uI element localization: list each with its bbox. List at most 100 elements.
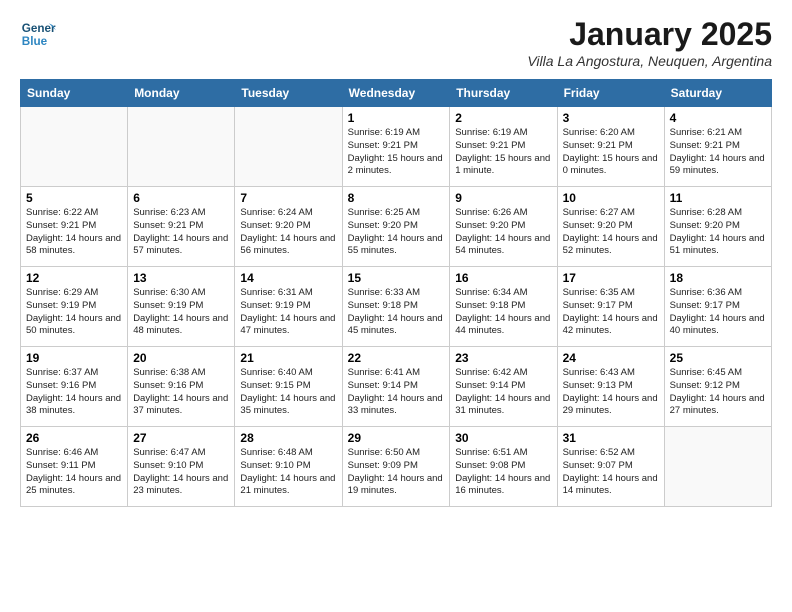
day-number: 4 <box>670 111 766 125</box>
day-number: 25 <box>670 351 766 365</box>
day-number: 8 <box>348 191 445 205</box>
header-wednesday: Wednesday <box>342 80 450 107</box>
calendar-cell: 23 Sunrise: 6:42 AM Sunset: 9:14 PM Dayli… <box>450 347 557 427</box>
week-row-3: 19 Sunrise: 6:37 AM Sunset: 9:16 PM Dayli… <box>21 347 772 427</box>
calendar-header: SundayMondayTuesdayWednesdayThursdayFrid… <box>21 80 772 107</box>
calendar-cell: 25Sunrise: 6:45 AM Sunset: 9:12 PM Dayli… <box>664 347 771 427</box>
day-number: 11 <box>670 191 766 205</box>
day-number: 10 <box>563 191 659 205</box>
calendar-cell: 30 Sunrise: 6:51 AM Sunset: 9:08 PM Dayli… <box>450 427 557 507</box>
calendar-cell: 9Sunrise: 6:26 AM Sunset: 9:20 PM Daylig… <box>450 187 557 267</box>
day-number: 9 <box>455 191 551 205</box>
day-info: Sunrise: 6:43 AM Sunset: 9:13 PM Dayligh… <box>563 367 659 418</box>
day-info: Sunrise: 6:51 AM Sunset: 9:08 PM Dayligh… <box>455 447 551 498</box>
svg-text:Blue: Blue <box>22 35 48 48</box>
day-number: 23 <box>455 351 551 365</box>
day-info: Sunrise: 6:20 AM Sunset: 9:21 PM Dayligh… <box>563 127 659 178</box>
day-info: Sunrise: 6:24 AM Sunset: 9:20 PM Dayligh… <box>240 207 336 258</box>
calendar-table: SundayMondayTuesdayWednesdayThursdayFrid… <box>20 79 772 507</box>
day-number: 21 <box>240 351 336 365</box>
subtitle: Villa La Angostura, Neuquen, Argentina <box>527 53 772 69</box>
day-info: Sunrise: 6:42 AM Sunset: 9:14 PM Dayligh… <box>455 367 551 418</box>
header-thursday: Thursday <box>450 80 557 107</box>
calendar-cell: 26Sunrise: 6:46 AM Sunset: 9:11 PM Dayli… <box>21 427 128 507</box>
calendar-cell: 14Sunrise: 6:31 AM Sunset: 9:19 PM Dayli… <box>235 267 342 347</box>
day-info: Sunrise: 6:47 AM Sunset: 9:10 PM Dayligh… <box>133 447 229 498</box>
header-monday: Monday <box>128 80 235 107</box>
day-number: 1 <box>348 111 445 125</box>
day-number: 15 <box>348 271 445 285</box>
calendar-cell: 8 Sunrise: 6:25 AM Sunset: 9:20 PM Daylig… <box>342 187 450 267</box>
day-info: Sunrise: 6:21 AM Sunset: 9:21 PM Dayligh… <box>670 127 766 178</box>
calendar-cell: 15 Sunrise: 6:33 AM Sunset: 9:18 PM Dayli… <box>342 267 450 347</box>
day-info: Sunrise: 6:31 AM Sunset: 9:19 PM Dayligh… <box>240 287 336 338</box>
logo-icon: General Blue <box>20 16 56 52</box>
calendar-cell: 3 Sunrise: 6:20 AM Sunset: 9:21 PM Daylig… <box>557 107 664 187</box>
day-info: Sunrise: 6:33 AM Sunset: 9:18 PM Dayligh… <box>348 287 445 338</box>
day-info: Sunrise: 6:36 AM Sunset: 9:17 PM Dayligh… <box>670 287 766 338</box>
day-info: Sunrise: 6:19 AM Sunset: 9:21 PM Dayligh… <box>455 127 551 178</box>
day-number: 18 <box>670 271 766 285</box>
calendar-cell: 1Sunrise: 6:19 AM Sunset: 9:21 PM Daylig… <box>342 107 450 187</box>
calendar-cell: 4 Sunrise: 6:21 AM Sunset: 9:21 PM Daylig… <box>664 107 771 187</box>
calendar-cell: 18 Sunrise: 6:36 AM Sunset: 9:17 PM Dayli… <box>664 267 771 347</box>
day-info: Sunrise: 6:25 AM Sunset: 9:20 PM Dayligh… <box>348 207 445 258</box>
calendar-cell: 22 Sunrise: 6:41 AM Sunset: 9:14 PM Dayli… <box>342 347 450 427</box>
day-info: Sunrise: 6:41 AM Sunset: 9:14 PM Dayligh… <box>348 367 445 418</box>
calendar-cell: 5 Sunrise: 6:22 AM Sunset: 9:21 PM Daylig… <box>21 187 128 267</box>
calendar-cell: 11 Sunrise: 6:28 AM Sunset: 9:20 PM Dayli… <box>664 187 771 267</box>
day-number: 31 <box>563 431 659 445</box>
week-row-0: 1 Sunrise: 6:19 AM Sunset: 9:21 PM Daylig… <box>21 107 772 187</box>
day-info: Sunrise: 6:30 AM Sunset: 9:19 PM Dayligh… <box>133 287 229 338</box>
calendar-cell: 7 Sunrise: 6:24 AM Sunset: 9:20 PM Daylig… <box>235 187 342 267</box>
calendar-cell: 27Sunrise: 6:47 AM Sunset: 9:10 PM Dayli… <box>128 427 235 507</box>
calendar-cell: 29Sunrise: 6:50 AM Sunset: 9:09 PM Dayli… <box>342 427 450 507</box>
logo: General Blue <box>20 16 56 52</box>
calendar-cell <box>664 427 771 507</box>
day-info: Sunrise: 6:48 AM Sunset: 9:10 PM Dayligh… <box>240 447 336 498</box>
header-saturday: Saturday <box>664 80 771 107</box>
title-block: January 2025 Villa La Angostura, Neuquen… <box>527 16 772 69</box>
day-info: Sunrise: 6:35 AM Sunset: 9:17 PM Dayligh… <box>563 287 659 338</box>
day-info: Sunrise: 6:27 AM Sunset: 9:20 PM Dayligh… <box>563 207 659 258</box>
calendar-cell: 2 Sunrise: 6:19 AM Sunset: 9:21 PM Daylig… <box>450 107 557 187</box>
day-number: 16 <box>455 271 551 285</box>
calendar-cell: 17Sunrise: 6:35 AM Sunset: 9:17 PM Dayli… <box>557 267 664 347</box>
day-number: 5 <box>26 191 122 205</box>
header-tuesday: Tuesday <box>235 80 342 107</box>
day-number: 13 <box>133 271 229 285</box>
week-row-2: 12 Sunrise: 6:29 AM Sunset: 9:19 PM Dayli… <box>21 267 772 347</box>
day-number: 24 <box>563 351 659 365</box>
calendar-cell: 19 Sunrise: 6:37 AM Sunset: 9:16 PM Dayli… <box>21 347 128 427</box>
day-number: 22 <box>348 351 445 365</box>
header-friday: Friday <box>557 80 664 107</box>
day-number: 7 <box>240 191 336 205</box>
day-number: 12 <box>26 271 122 285</box>
calendar-body: 1 Sunrise: 6:19 AM Sunset: 9:21 PM Daylig… <box>21 107 772 507</box>
calendar-cell: 28 Sunrise: 6:48 AM Sunset: 9:10 PM Dayli… <box>235 427 342 507</box>
day-number: 28 <box>240 431 336 445</box>
day-number: 19 <box>26 351 122 365</box>
day-number: 29 <box>348 431 445 445</box>
day-number: 30 <box>455 431 551 445</box>
day-info: Sunrise: 6:29 AM Sunset: 9:19 PM Dayligh… <box>26 287 122 338</box>
page-header: General Blue January 2025 Villa La Angos… <box>20 16 772 69</box>
day-info: Sunrise: 6:37 AM Sunset: 9:16 PM Dayligh… <box>26 367 122 418</box>
day-info: Sunrise: 6:52 AM Sunset: 9:07 PM Dayligh… <box>563 447 659 498</box>
week-row-1: 5 Sunrise: 6:22 AM Sunset: 9:21 PM Daylig… <box>21 187 772 267</box>
day-number: 2 <box>455 111 551 125</box>
day-info: Sunrise: 6:40 AM Sunset: 9:15 PM Dayligh… <box>240 367 336 418</box>
calendar-cell: 13 Sunrise: 6:30 AM Sunset: 9:19 PM Dayli… <box>128 267 235 347</box>
calendar-cell: 10 Sunrise: 6:27 AM Sunset: 9:20 PM Dayli… <box>557 187 664 267</box>
day-number: 6 <box>133 191 229 205</box>
calendar-cell: 16Sunrise: 6:34 AM Sunset: 9:18 PM Dayli… <box>450 267 557 347</box>
calendar-cell: 21 Sunrise: 6:40 AM Sunset: 9:15 PM Dayli… <box>235 347 342 427</box>
day-info: Sunrise: 6:23 AM Sunset: 9:21 PM Dayligh… <box>133 207 229 258</box>
day-number: 3 <box>563 111 659 125</box>
day-number: 20 <box>133 351 229 365</box>
day-info: Sunrise: 6:22 AM Sunset: 9:21 PM Dayligh… <box>26 207 122 258</box>
header-row: SundayMondayTuesdayWednesdayThursdayFrid… <box>21 80 772 107</box>
calendar-cell <box>21 107 128 187</box>
day-info: Sunrise: 6:28 AM Sunset: 9:20 PM Dayligh… <box>670 207 766 258</box>
calendar-cell: 12 Sunrise: 6:29 AM Sunset: 9:19 PM Dayli… <box>21 267 128 347</box>
